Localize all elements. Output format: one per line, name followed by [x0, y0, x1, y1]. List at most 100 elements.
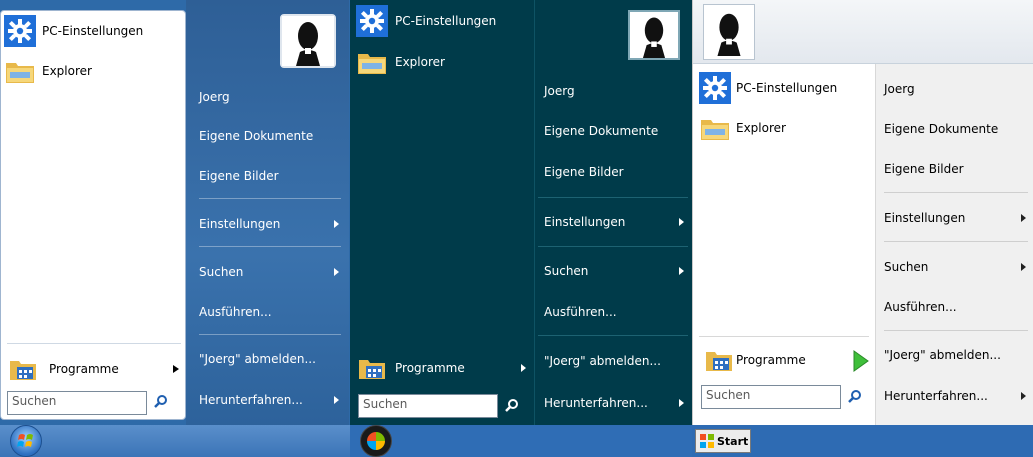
item-label: Joerg	[884, 82, 915, 96]
menu-item-documents[interactable]: Eigene Dokumente	[199, 127, 339, 145]
menu-item-logoff[interactable]: "Joerg" abmelden...	[544, 352, 684, 370]
chevron-right-icon	[521, 364, 526, 372]
item-label: Suchen	[199, 265, 244, 279]
start-orb[interactable]	[360, 425, 392, 457]
avatar[interactable]	[628, 10, 680, 60]
gear-icon	[4, 15, 36, 47]
item-label: Eigene Dokumente	[544, 124, 659, 138]
programs-button[interactable]: Programme	[703, 344, 869, 376]
item-label: Joerg	[544, 84, 575, 98]
pinned-label: PC-Einstellungen	[395, 14, 497, 28]
divider	[199, 198, 341, 199]
chevron-right-icon	[679, 267, 684, 275]
pane-divider	[534, 0, 535, 425]
menu-item-run[interactable]: Ausführen...	[199, 303, 339, 321]
pinned-label: Explorer	[395, 55, 445, 69]
left-pane: PC-Einstellungen Explorer Programme Such…	[0, 10, 186, 420]
programs-button[interactable]: Programme	[356, 352, 526, 384]
item-label: "Joerg" abmelden...	[199, 352, 316, 366]
chevron-right-icon	[334, 268, 339, 276]
chevron-right-icon	[334, 220, 339, 228]
menu-item-documents[interactable]: Eigene Dokumente	[544, 122, 684, 140]
menu-item-run[interactable]: Ausführen...	[884, 298, 1026, 316]
programs-label: Programme	[49, 362, 119, 376]
chevron-right-icon	[1021, 263, 1026, 271]
chevron-right-icon	[173, 365, 179, 373]
pinned-explorer[interactable]: Explorer	[356, 46, 445, 78]
pinned-explorer[interactable]: Explorer	[699, 112, 786, 144]
menu-item-search[interactable]: Suchen	[884, 258, 1026, 276]
pinned-pc-settings[interactable]: PC-Einstellungen	[356, 5, 496, 37]
item-label: Suchen	[884, 260, 929, 274]
item-label: Eigene Bilder	[884, 162, 964, 176]
search-input[interactable]: Suchen	[7, 391, 147, 415]
divider	[199, 334, 341, 335]
start-menu-win8: PC-Einstellungen Explorer Programme Such…	[350, 0, 692, 425]
pinned-label: PC-Einstellungen	[736, 81, 838, 95]
divider	[884, 330, 1028, 331]
item-label: Eigene Dokumente	[884, 122, 999, 136]
programs-icon	[356, 352, 388, 384]
menu-item-pictures[interactable]: Eigene Bilder	[544, 163, 684, 181]
menu-item-settings[interactable]: Einstellungen	[884, 209, 1026, 227]
avatar[interactable]	[280, 14, 336, 68]
start-menu-win7: PC-Einstellungen Explorer Programme Such…	[0, 0, 350, 425]
menu-item-shutdown[interactable]: Herunterfahren...	[884, 387, 1026, 405]
item-label: Eigene Bilder	[199, 169, 279, 183]
menu-item-logoff[interactable]: "Joerg" abmelden...	[884, 346, 1026, 364]
menu-item-pictures[interactable]: Eigene Bilder	[884, 160, 1026, 178]
menu-item-settings[interactable]: Einstellungen	[199, 215, 339, 233]
item-label: Einstellungen	[884, 211, 966, 225]
search-input[interactable]: Suchen	[358, 394, 498, 418]
divider	[538, 335, 688, 336]
gear-icon	[699, 72, 731, 104]
programs-button[interactable]: Programme	[7, 353, 179, 385]
pinned-label: Explorer	[736, 121, 786, 135]
pinned-pc-settings[interactable]: PC-Einstellungen	[699, 72, 837, 104]
item-label: Suchen	[544, 264, 589, 278]
menu-item-joerg[interactable]: Joerg	[199, 88, 339, 106]
menu-item-joerg[interactable]: Joerg	[884, 80, 1026, 98]
folder-icon	[356, 46, 388, 78]
menu-item-documents[interactable]: Eigene Dokumente	[884, 120, 1026, 138]
search-icon[interactable]	[153, 394, 169, 413]
windows-logo-icon	[700, 434, 714, 448]
divider	[699, 336, 869, 337]
menu-item-logoff[interactable]: "Joerg" abmelden...	[199, 350, 339, 368]
item-label: Eigene Bilder	[544, 165, 624, 179]
item-label: Einstellungen	[199, 217, 281, 231]
menu-item-search[interactable]: Suchen	[544, 262, 684, 280]
search-icon[interactable]	[847, 389, 863, 408]
right-pane: Joerg Eigene Dokumente Eigene Bilder Ein…	[186, 0, 349, 425]
search-input[interactable]: Suchen	[701, 385, 841, 409]
item-label: Herunterfahren...	[884, 389, 988, 403]
start-orb[interactable]	[10, 425, 42, 457]
pinned-explorer[interactable]: Explorer	[4, 55, 92, 87]
programs-icon	[7, 353, 39, 385]
user-header	[693, 0, 1033, 64]
menu-item-pictures[interactable]: Eigene Bilder	[199, 167, 339, 185]
start-label: Start	[717, 434, 749, 448]
pinned-label: Explorer	[42, 64, 92, 78]
taskbar-win8	[350, 425, 692, 457]
menu-item-run[interactable]: Ausführen...	[544, 303, 684, 321]
item-label: Einstellungen	[544, 215, 626, 229]
item-label: Herunterfahren...	[199, 393, 303, 407]
menu-item-joerg[interactable]: Joerg	[544, 82, 684, 100]
taskbar-win7	[0, 425, 350, 457]
menu-item-shutdown[interactable]: Herunterfahren...	[544, 394, 684, 412]
menu-item-settings[interactable]: Einstellungen	[544, 213, 684, 231]
taskbar-classic: Start	[692, 425, 1033, 457]
divider	[7, 343, 181, 344]
chevron-right-icon	[1021, 392, 1026, 400]
pinned-label: PC-Einstellungen	[42, 24, 144, 38]
chevron-right-icon	[1021, 214, 1026, 222]
programs-icon	[703, 344, 735, 376]
menu-item-shutdown[interactable]: Herunterfahren...	[199, 391, 339, 409]
pinned-pc-settings[interactable]: PC-Einstellungen	[4, 15, 143, 47]
start-button[interactable]: Start	[695, 429, 751, 453]
menu-item-search[interactable]: Suchen	[199, 263, 339, 281]
search-icon[interactable]	[504, 398, 520, 417]
avatar[interactable]	[703, 4, 755, 60]
item-label: Eigene Dokumente	[199, 129, 314, 143]
